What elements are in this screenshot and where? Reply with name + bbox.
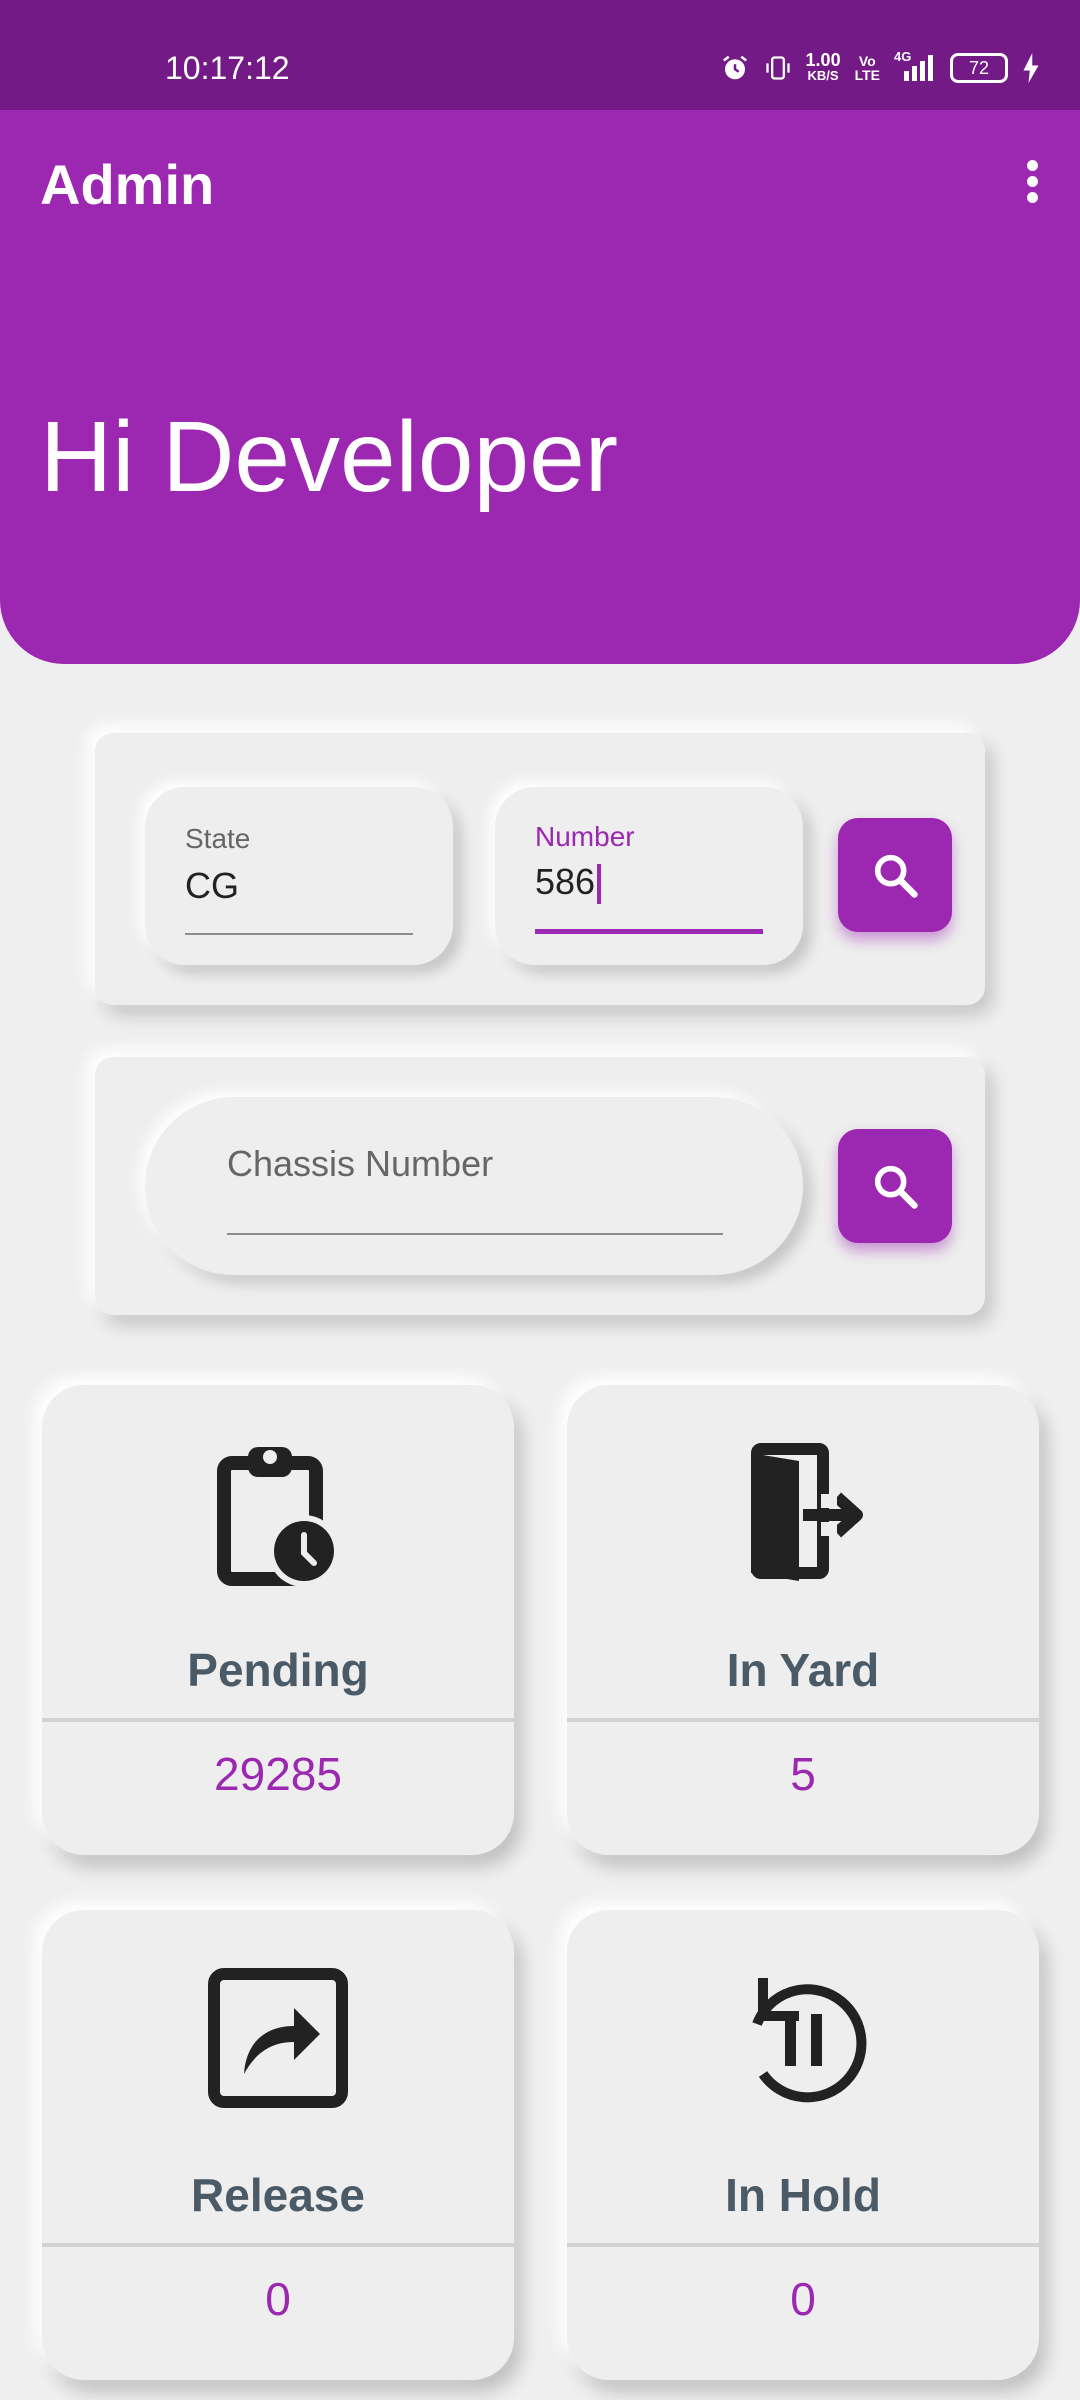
tile-release-count: 0 [265,2273,291,2325]
app-title: Admin [40,153,215,216]
vehicle-search-card: State CG Number 586 [95,733,985,1005]
chassis-search-button[interactable] [838,1129,952,1243]
text-caret [597,864,602,905]
charging-icon [1023,53,1039,83]
hero-banner: Hi Developer [0,250,1080,664]
number-value: 586 [535,861,602,905]
tile-in-hold-count: 0 [790,2273,816,2325]
door-exit-icon [751,1443,863,1581]
status-bar: 10:17:12 1.00 KB/S Vo LTE 4G 72 [0,0,1080,110]
state-value: CG [185,865,239,906]
clipboard-clock-icon [217,1447,340,1587]
network-speed: 1.00 KB/S [805,50,841,83]
volte-indicator: Vo LTE [854,53,880,83]
vehicle-search-button[interactable] [838,818,952,932]
tile-release-label: Release [191,2169,365,2221]
status-time: 10:17:12 [165,50,290,86]
tile-in-hold-label: In Hold [725,2169,881,2221]
number-field[interactable]: Number 586 [495,787,803,965]
signal-icon: 4G [894,49,936,83]
tile-divider [42,1718,514,1722]
battery-indicator: 72 [950,53,1008,83]
tile-pending[interactable]: Pending 29285 [42,1385,514,1855]
greeting-text: Hi Developer [40,401,619,513]
search-icon [874,1165,918,1209]
app-bar: Admin [0,110,1080,251]
chassis-search-card: Chassis Number [95,1057,985,1315]
state-label: State [185,823,251,854]
chassis-number-field[interactable]: Chassis Number [145,1097,803,1275]
tile-divider [42,2243,514,2247]
share-box-icon [208,1968,348,2108]
tile-in-yard-count: 5 [790,1748,816,1800]
status-icons: 1.00 KB/S Vo LTE 4G 72 [720,49,1040,84]
overflow-menu-icon[interactable] [1024,160,1040,203]
tile-pending-label: Pending [187,1644,369,1696]
tile-divider [567,2243,1039,2247]
tile-release[interactable]: Release 0 [42,1910,514,2380]
number-underline [535,929,763,934]
search-icon [874,854,918,898]
alarm-icon [722,55,747,80]
chassis-number-placeholder: Chassis Number [227,1143,494,1184]
tile-divider [567,1718,1039,1722]
tile-in-hold[interactable]: In Hold 0 [567,1910,1039,2380]
state-field[interactable]: State CG [145,787,453,965]
chassis-underline [227,1233,723,1235]
restart-pause-icon [752,1978,867,2103]
tile-in-yard[interactable]: In Yard 5 [567,1385,1039,1855]
vibrate-icon [765,56,790,80]
number-label: Number [535,821,635,852]
tile-pending-count: 29285 [214,1748,342,1800]
state-underline [185,933,413,935]
tile-in-yard-label: In Yard [726,1644,880,1696]
